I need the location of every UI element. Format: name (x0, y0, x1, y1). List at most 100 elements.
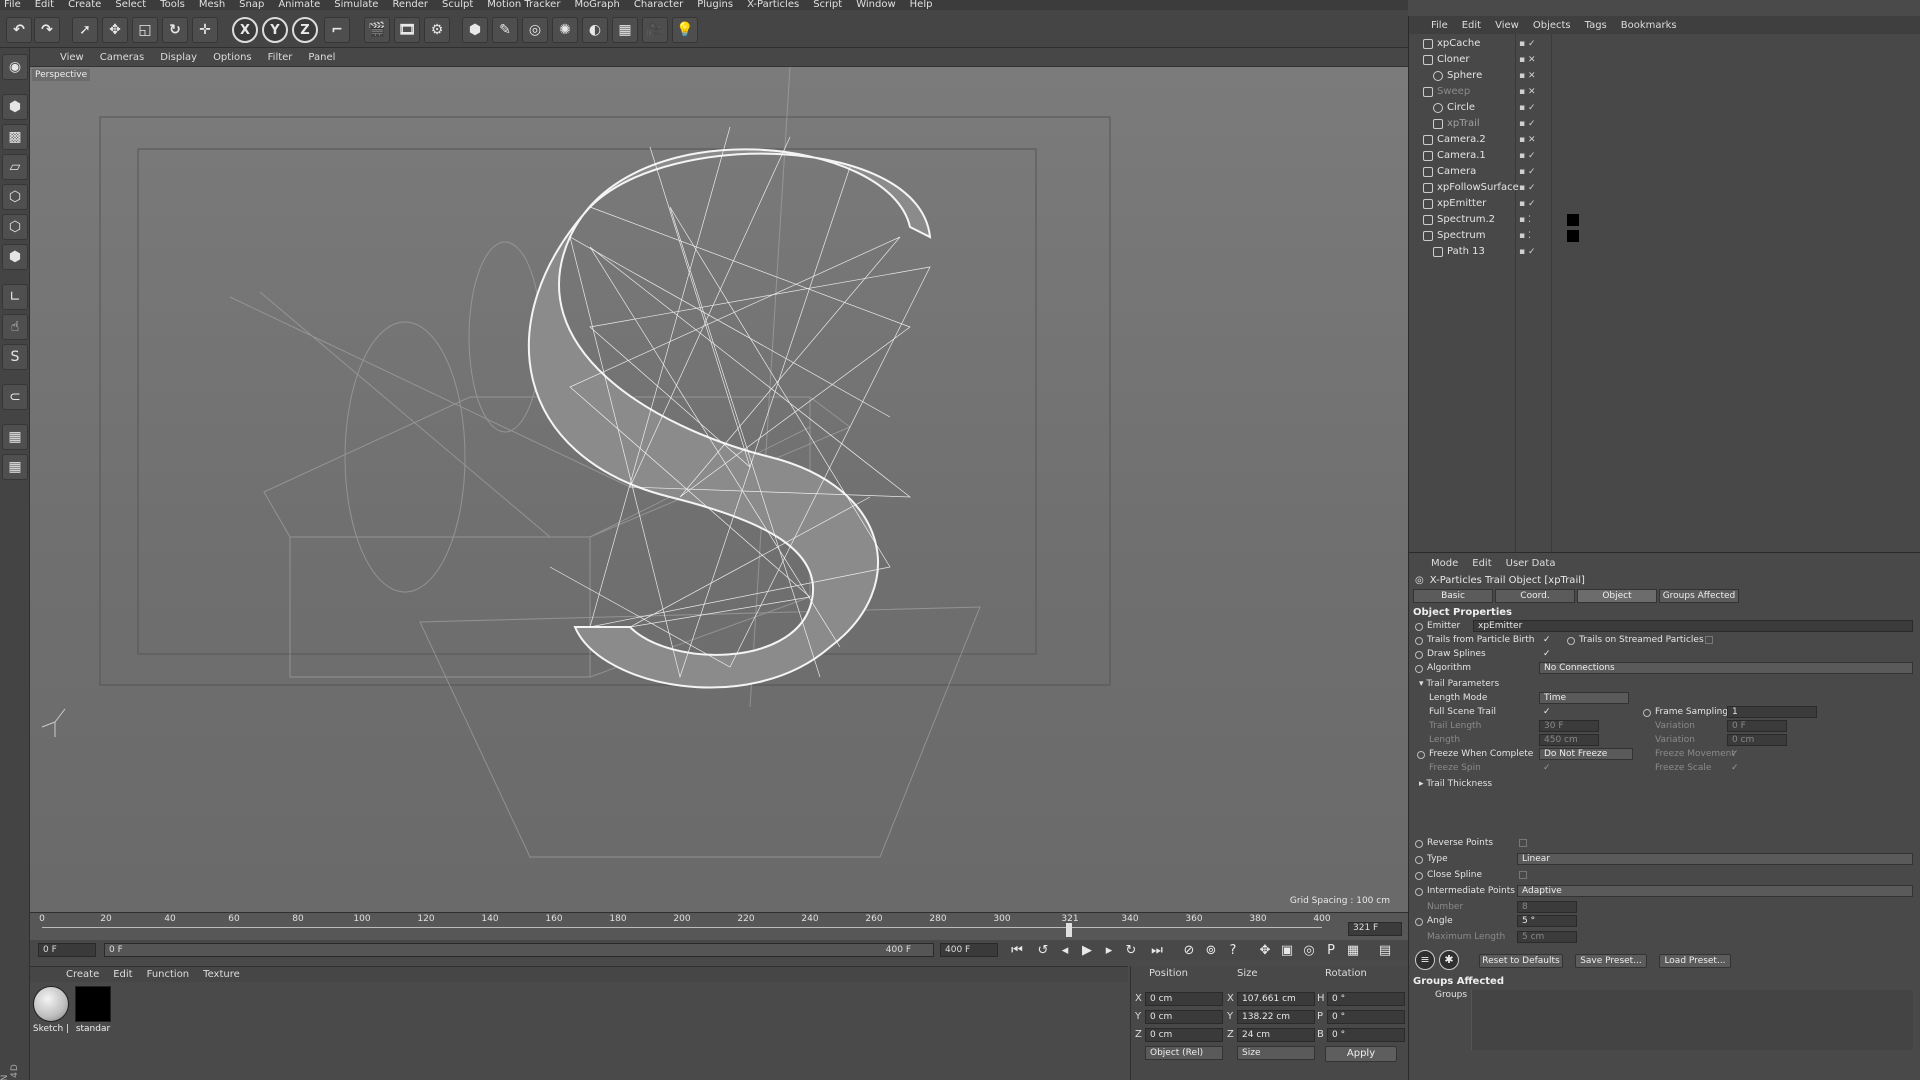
load-preset-button[interactable]: Load Preset... (1659, 954, 1731, 968)
object-row[interactable]: xpEmitter ▪ ✓ (1409, 196, 1920, 212)
snap-icon[interactable]: S (2, 344, 28, 370)
visibility-flags[interactable]: ▪ ⁚ (1519, 215, 1531, 225)
variation-length-field[interactable]: 0 cm (1727, 734, 1787, 746)
visibility-flags[interactable]: ▪ ✕ (1519, 71, 1536, 81)
position-x-field[interactable]: 0 cm (1145, 992, 1223, 1006)
frame-sampling-anim-radio[interactable] (1643, 709, 1651, 717)
go-to-end-icon[interactable]: ⏭ (1148, 942, 1166, 958)
key-rotation-icon[interactable]: ◎ (1300, 942, 1318, 958)
record-keys-icon[interactable]: ⊘ (1180, 942, 1198, 958)
angle-field[interactable]: 5 ° (1517, 915, 1577, 927)
object-name[interactable]: Path 13 (1447, 246, 1485, 257)
menu-help[interactable]: Help (910, 0, 933, 10)
menu-mesh[interactable]: Mesh (199, 0, 225, 10)
end-frame-field[interactable]: 400 F (940, 943, 998, 957)
rotate-icon[interactable]: ↻ (162, 17, 188, 43)
freeze-movement-checkbox[interactable]: ✓ (1731, 750, 1739, 759)
visibility-flags[interactable]: ▪ ✕ (1519, 87, 1536, 97)
visibility-flags[interactable]: ▪ ✓ (1519, 119, 1536, 129)
move-icon[interactable]: ✥ (102, 17, 128, 43)
freeze-complete-anim-radio[interactable] (1417, 751, 1425, 759)
trail-length-field[interactable]: 30 F (1539, 720, 1599, 732)
coordinate-system-icon[interactable]: ⌐ (324, 17, 350, 43)
menu-mograph[interactable]: MoGraph (574, 0, 619, 10)
live-selection-icon[interactable]: ✛ (192, 17, 218, 43)
menu-script[interactable]: Script (813, 0, 842, 10)
object-name[interactable]: Cloner (1437, 54, 1469, 65)
x-axis-lock-button[interactable]: X (232, 17, 258, 43)
visibility-flags[interactable]: ▪ ✓ (1519, 103, 1536, 113)
viewport-menu-options[interactable]: Options (213, 52, 252, 63)
subdivision-icon[interactable]: ◎ (522, 17, 548, 43)
points-mode-icon[interactable]: ⬡ (2, 184, 28, 210)
menu-simulate[interactable]: Simulate (334, 0, 378, 10)
visibility-flags[interactable]: ▪ ✓ (1519, 39, 1536, 49)
menu-file[interactable]: File (4, 0, 21, 10)
object-name[interactable]: Sweep (1437, 86, 1470, 97)
camera-icon[interactable]: 🎥 (642, 17, 668, 43)
menu-character[interactable]: Character (634, 0, 683, 10)
object-row[interactable]: Camera ▪ ✓ (1409, 164, 1920, 180)
trail-thickness-group[interactable]: ▸ Trail Thickness (1419, 779, 1492, 789)
am-menu-edit[interactable]: Edit (1472, 558, 1491, 569)
material-tag-icon[interactable] (1567, 214, 1579, 226)
draw-splines-checkbox[interactable]: ✓ (1543, 650, 1551, 659)
material-menu-create[interactable]: Create (66, 969, 99, 980)
trails-birth-checkbox[interactable]: ✓ (1543, 636, 1551, 645)
angle-anim-radio[interactable] (1415, 918, 1423, 926)
object-name[interactable]: Spectrum.2 (1437, 214, 1495, 225)
visibility-flags[interactable]: ▪ ✓ (1519, 151, 1536, 161)
axis-mode-icon[interactable]: ∟ (2, 284, 28, 310)
freeze-spin-checkbox[interactable]: ✓ (1543, 764, 1551, 773)
next-key-icon[interactable]: ↻ (1122, 942, 1140, 958)
freeze-complete-dropdown[interactable]: Do Not Freeze (1539, 748, 1633, 760)
z-axis-lock-button[interactable]: Z (292, 17, 318, 43)
rotation-b-field[interactable]: 0 ° (1327, 1028, 1405, 1042)
key-pla-icon[interactable]: ▦ (1344, 942, 1362, 958)
om-menu-bookmarks[interactable]: Bookmarks (1621, 20, 1677, 31)
apply-button[interactable]: Apply (1325, 1046, 1397, 1062)
tab-groups-affected[interactable]: Groups Affected (1659, 589, 1739, 603)
material-tag-icon[interactable] (1567, 230, 1579, 242)
reset-to-defaults-button[interactable]: Reset to Defaults (1479, 954, 1563, 968)
variation-field[interactable]: 0 F (1727, 720, 1787, 732)
trail-parameters-group[interactable]: ▾ Trail Parameters (1419, 679, 1499, 689)
intermediate-points-dropdown[interactable]: Adaptive (1517, 885, 1913, 897)
visibility-flags[interactable]: ▪ ✓ (1519, 199, 1536, 209)
object-row[interactable]: Spectrum ▪ ⁚ (1409, 228, 1920, 244)
rotation-h-field[interactable]: 0 ° (1327, 992, 1405, 1006)
object-name[interactable]: Camera (1437, 166, 1476, 177)
menu-create[interactable]: Create (68, 0, 101, 10)
object-row[interactable]: Spectrum.2 ▪ ⁚ (1409, 212, 1920, 228)
maximum-length-field[interactable]: 5 cm (1517, 931, 1577, 943)
render-settings-icon[interactable]: ⚙ (424, 17, 450, 43)
om-menu-tags[interactable]: Tags (1585, 20, 1607, 31)
deformer-icon[interactable]: ◐ (582, 17, 608, 43)
undo-icon[interactable]: ↶ (6, 17, 32, 43)
viewport-menu-panel[interactable]: Panel (308, 52, 335, 63)
intermediate-points-anim-radio[interactable] (1415, 888, 1423, 896)
material-standard[interactable]: standar (74, 986, 112, 1034)
redo-icon[interactable]: ↷ (34, 17, 60, 43)
next-frame-icon[interactable]: ▸ (1100, 942, 1118, 958)
algorithm-dropdown[interactable]: No Connections (1539, 662, 1913, 674)
save-preset-button[interactable]: Save Preset... (1575, 954, 1647, 968)
object-row[interactable]: xpCache ▪ ✓ (1409, 36, 1920, 52)
visibility-flags[interactable]: ▪ ✓ (1519, 183, 1536, 193)
type-dropdown[interactable]: Linear (1517, 853, 1913, 865)
type-anim-radio[interactable] (1415, 856, 1423, 864)
light-icon[interactable]: 💡 (672, 17, 698, 43)
frame-range-slider[interactable]: 0 F 400 F (104, 943, 934, 957)
algorithm-anim-radio[interactable] (1415, 665, 1423, 673)
grid-icon[interactable]: ▦ (2, 454, 28, 480)
material-sketch[interactable]: Sketch | (32, 986, 70, 1034)
material-menu-function[interactable]: Function (147, 969, 190, 980)
menu-snap[interactable]: Snap (239, 0, 264, 10)
select-arrow-icon[interactable]: ➚ (72, 17, 98, 43)
om-menu-view[interactable]: View (1495, 20, 1519, 31)
go-to-start-icon[interactable]: ⏮ (1008, 942, 1026, 958)
start-frame-field[interactable]: 0 F (38, 943, 96, 957)
freeze-scale-checkbox[interactable]: ✓ (1731, 764, 1739, 773)
visibility-flags[interactable]: ▪ ⁚ (1519, 231, 1531, 241)
position-y-field[interactable]: 0 cm (1145, 1010, 1223, 1024)
